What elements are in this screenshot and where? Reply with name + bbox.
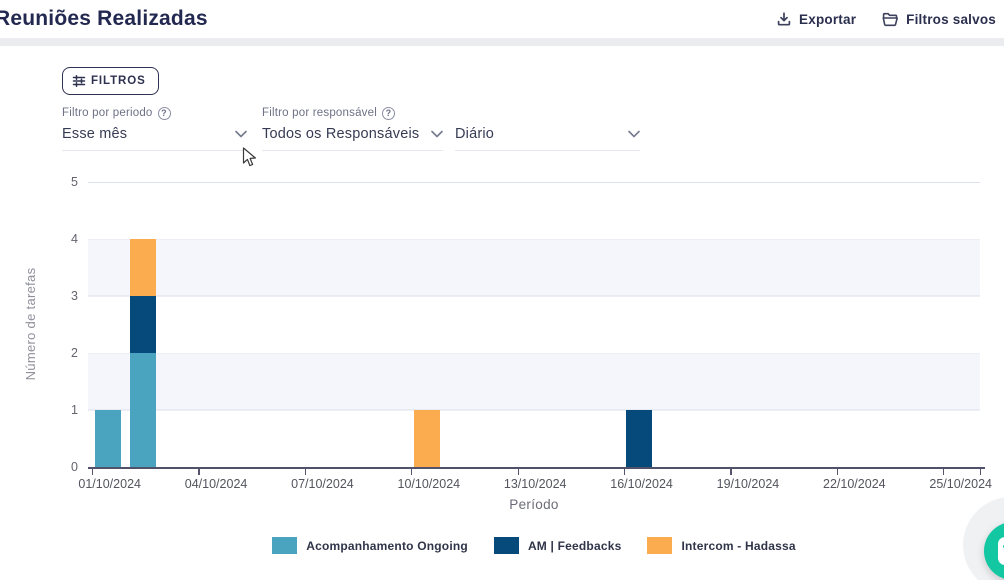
help-icon[interactable]: ? — [157, 106, 171, 120]
folder-icon — [882, 12, 899, 27]
period-filter-label: Filtro por periodo — [62, 107, 153, 119]
legend-item[interactable]: Acompanhamento Ongoing — [272, 537, 468, 554]
export-button[interactable]: Exportar — [776, 11, 856, 27]
x-tick-mark — [411, 469, 413, 475]
legend-swatch — [272, 537, 298, 554]
section-divider — [0, 38, 1004, 46]
chevron-down-icon — [235, 130, 247, 138]
chart-band — [88, 239, 980, 296]
bar-segment[interactable] — [129, 353, 156, 467]
period-filter-label-row: Filtro por periodo ? — [62, 106, 247, 120]
saved-filters-button[interactable]: Filtros salvos — [882, 12, 996, 27]
filters-toggle-button[interactable]: FILTROS — [62, 67, 159, 95]
period-filter-value: Esse mês — [62, 126, 128, 142]
bar-segment[interactable] — [129, 296, 156, 353]
dashboard-screen: Reuniões Realizadas Exportar Filtros sal… — [0, 0, 1004, 580]
x-tick-mark — [980, 469, 982, 475]
help-icon[interactable]: ? — [381, 106, 395, 120]
legend-swatch — [493, 537, 519, 554]
legend-label: Acompanhamento Ongoing — [306, 538, 468, 553]
x-tick-mark — [92, 469, 94, 475]
legend-swatch — [647, 537, 673, 554]
mouse-cursor — [242, 147, 257, 173]
period-filter-dropdown[interactable]: Filtro por periodo ? Esse mês — [62, 106, 247, 151]
y-tick-label: 2 — [71, 346, 78, 360]
chat-icon — [998, 537, 1004, 565]
gridline — [88, 182, 980, 183]
x-tick-mark — [517, 469, 519, 475]
bar-segment[interactable] — [129, 239, 156, 296]
bar-segment[interactable] — [626, 410, 653, 467]
y-tick-label: 5 — [71, 175, 78, 189]
page-title: Reuniões Realizadas — [0, 7, 208, 30]
gridline — [88, 239, 980, 240]
responsible-filter-value: Todos os Responsáveis — [262, 126, 420, 142]
gridline — [88, 353, 980, 354]
x-tick-label: 25/10/2024 — [929, 477, 992, 491]
granularity-filter-value: Diário — [455, 126, 495, 142]
y-tick-label: 0 — [71, 460, 78, 474]
x-tick-mark — [943, 469, 945, 475]
x-tick-label: 07/10/2024 — [291, 477, 354, 491]
header-actions: Exportar Filtros salvos — [776, 11, 996, 27]
gridline — [88, 410, 980, 411]
download-icon — [776, 11, 792, 27]
bar-segment[interactable] — [413, 410, 440, 467]
legend-item[interactable]: Intercom - Hadassa — [647, 537, 796, 554]
x-tick-label: 19/10/2024 — [716, 477, 780, 491]
x-tick-mark — [198, 469, 200, 475]
y-tick-label: 1 — [71, 403, 78, 417]
chevron-down-icon — [628, 130, 640, 138]
app-header: Reuniões Realizadas Exportar Filtros sal… — [0, 0, 1004, 38]
responsible-filter-dropdown[interactable]: Filtro por responsável ? Todos os Respon… — [262, 106, 443, 151]
gridline — [88, 296, 980, 297]
x-tick-label: 01/10/2024 — [78, 477, 141, 491]
x-tick-mark — [623, 469, 626, 475]
legend-item[interactable]: AM | Feedbacks — [493, 537, 622, 554]
sliders-icon — [72, 74, 86, 88]
y-tick-label: 3 — [71, 289, 78, 303]
legend-label: Intercom - Hadassa — [681, 538, 796, 553]
x-tick-label: 10/10/2024 — [397, 477, 461, 491]
saved-filters-label: Filtros salvos — [906, 11, 996, 27]
x-tick-label: 16/10/2024 — [610, 477, 673, 491]
legend-label: AM | Feedbacks — [527, 538, 622, 553]
chevron-down-icon — [431, 130, 443, 138]
x-tick-mark — [304, 469, 307, 475]
responsible-filter-label: Filtro por responsável — [262, 107, 377, 119]
x-axis-line — [88, 467, 985, 469]
granularity-filter-dropdown[interactable]: Diário — [455, 106, 640, 151]
y-tick-label: 4 — [71, 232, 78, 246]
x-tick-label: 13/10/2024 — [503, 477, 567, 491]
filters-toggle-label: FILTROS — [91, 75, 146, 87]
x-axis-title: Período — [509, 497, 559, 512]
chart-band — [88, 353, 980, 410]
y-axis-title: Número de tarefas — [23, 267, 38, 381]
x-tick-label: 22/10/2024 — [823, 477, 886, 491]
responsible-filter-label-row: Filtro por responsável ? — [262, 106, 443, 120]
bar-segment[interactable] — [94, 410, 121, 467]
x-tick-mark — [730, 469, 732, 475]
x-tick-label: 04/10/2024 — [184, 477, 248, 491]
chart-legend: Acompanhamento Ongoing AM | Feedbacks Inte… — [88, 537, 980, 554]
export-label: Exportar — [799, 11, 857, 27]
x-tick-mark — [836, 469, 838, 475]
